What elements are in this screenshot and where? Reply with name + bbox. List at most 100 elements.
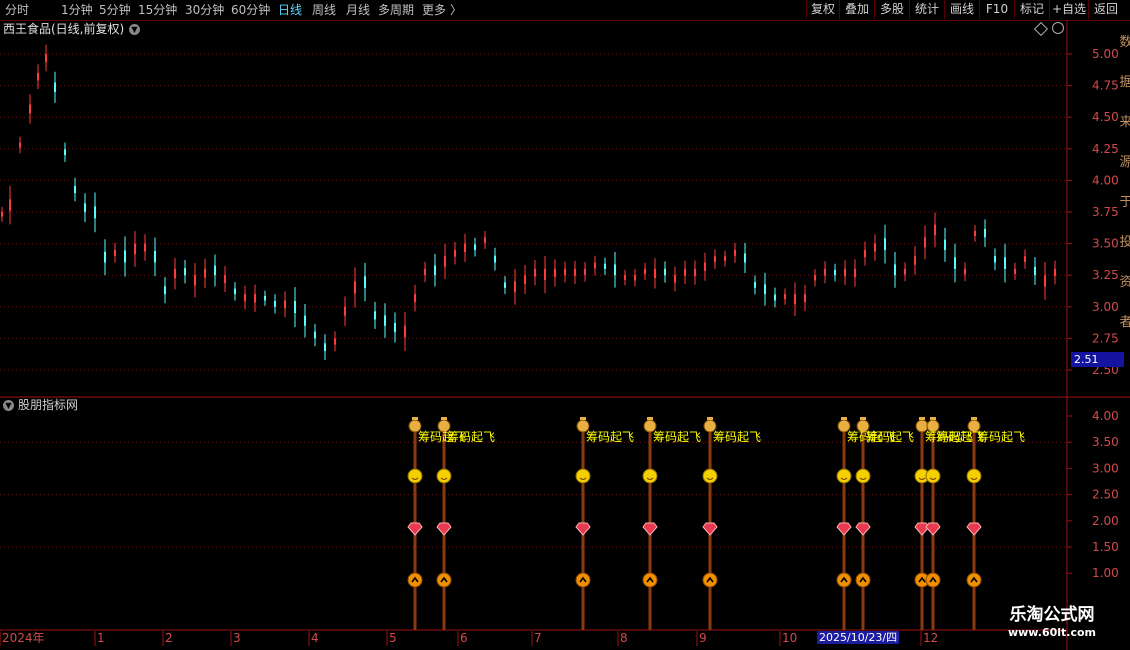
chart-canvas[interactable]: 5.00 4.75 4.50 4.25 4.00 3.75 3.50 3.25 3.00 2.75… — [0, 0, 1130, 650]
y-tick-label: 2.75 — [1092, 331, 1119, 345]
candle-body — [444, 256, 446, 267]
signal-label: 筹码起飞 — [866, 430, 914, 444]
candle-body — [724, 256, 726, 262]
candle-body — [144, 243, 146, 252]
candle-body — [104, 251, 106, 263]
candle-body — [674, 275, 676, 283]
candle-body — [754, 282, 756, 288]
candle-body — [494, 255, 496, 263]
x-axis-label: 10 — [782, 631, 797, 645]
candle-body — [174, 268, 176, 279]
signal-label: 筹码起飞 — [447, 430, 495, 444]
signal-label: 筹码起飞 — [653, 430, 701, 444]
candle-body — [614, 264, 616, 276]
candle-body — [534, 268, 536, 277]
candle-body — [714, 256, 716, 263]
x-axis-label: 3 — [233, 631, 241, 645]
candle-body — [954, 257, 956, 269]
candle-body — [64, 149, 66, 156]
candle-body — [644, 268, 646, 275]
candle-body — [994, 256, 996, 263]
x-axis-label: 8 — [620, 631, 628, 645]
candle-body — [1044, 275, 1046, 287]
x-axis-label: 9 — [699, 631, 707, 645]
candle-body — [964, 268, 966, 275]
candle-body — [524, 275, 526, 284]
edge-text-glyph: 资 — [1119, 275, 1130, 290]
candle-body — [164, 286, 166, 295]
candle-body — [84, 203, 86, 212]
cursor-date-badge: 2025/10/23/四 — [817, 631, 900, 644]
candle-body — [204, 268, 206, 278]
x-axis-label: 1 — [97, 631, 105, 645]
circle-icon[interactable] — [1052, 22, 1064, 34]
indicator-tick-label: 1.50 — [1092, 540, 1119, 554]
x-axis-label: 2024年 — [2, 631, 45, 645]
y-tick-label: 5.00 — [1092, 47, 1119, 61]
chevron-down-icon[interactable]: ▼ — [129, 24, 140, 35]
smiley-icon — [925, 468, 941, 484]
money-bag-tie — [707, 417, 713, 420]
candle-body — [874, 243, 876, 252]
candle-body — [114, 249, 116, 256]
candle-body — [834, 269, 836, 276]
ruby-icon — [925, 522, 941, 536]
watermark-logo: 乐淘公式网 www.60lt.com — [990, 604, 1114, 650]
indicator-tick-label: 1.00 — [1092, 566, 1119, 580]
candle-body — [884, 238, 886, 250]
candle-body — [124, 250, 126, 263]
candle-body — [664, 268, 666, 276]
x-axis-label: 7 — [534, 631, 542, 645]
candle-body — [224, 275, 226, 283]
ruby-icon — [575, 522, 591, 536]
up-arrow-icon — [407, 572, 423, 588]
chevron-down-icon[interactable]: ▼ — [3, 400, 14, 411]
edge-text-glyph: 数 — [1119, 35, 1130, 50]
edge-text-glyph: 投 — [1119, 234, 1130, 250]
candle-body — [474, 244, 476, 250]
candle-body — [574, 268, 576, 276]
candle-body — [554, 268, 556, 278]
up-arrow-icon — [702, 572, 718, 588]
candle-body — [264, 295, 266, 301]
candle-body — [74, 185, 76, 194]
candle-body — [304, 315, 306, 326]
ruby-icon — [966, 522, 982, 536]
candle-body — [384, 315, 386, 326]
candle-body — [764, 284, 766, 295]
candle-body — [324, 343, 326, 352]
stock-title: 西王食品(日线,前复权) — [3, 22, 125, 36]
candle-body — [784, 294, 786, 300]
candle-body — [864, 249, 866, 258]
candle-body — [45, 54, 47, 62]
candle-body — [484, 237, 486, 243]
smiley-icon — [407, 468, 423, 484]
candle-body — [364, 276, 366, 288]
candle-body — [37, 72, 39, 81]
candle-body — [1014, 268, 1016, 275]
y-tick-label: 4.50 — [1092, 110, 1119, 124]
watermark-url: www.60lt.com — [1007, 626, 1097, 639]
candle-body — [734, 249, 736, 256]
current-price-badge: 2.51 — [1071, 352, 1124, 367]
candle-body — [684, 268, 686, 276]
up-arrow-icon — [855, 572, 871, 588]
money-bag-tie — [971, 417, 977, 420]
candle-body — [404, 325, 406, 338]
x-axis-label: 12 — [923, 631, 938, 645]
candle-body — [584, 268, 586, 275]
candle-body — [794, 294, 796, 305]
up-arrow-icon — [575, 572, 591, 588]
money-bag-tie — [441, 417, 447, 420]
edge-text-glyph: 于 — [1119, 195, 1130, 210]
smiley-icon — [855, 468, 871, 484]
candle-body — [294, 301, 296, 314]
up-arrow-icon — [836, 572, 852, 588]
candle-body — [594, 262, 596, 269]
edge-text-glyph: 据 — [1119, 75, 1130, 90]
candle-body — [374, 311, 376, 320]
y-tick-label: 4.75 — [1092, 79, 1119, 93]
indicator-tick-label: 2.00 — [1092, 514, 1119, 528]
indicator-tick-label: 3.50 — [1092, 435, 1119, 449]
ruby-icon — [702, 522, 718, 536]
